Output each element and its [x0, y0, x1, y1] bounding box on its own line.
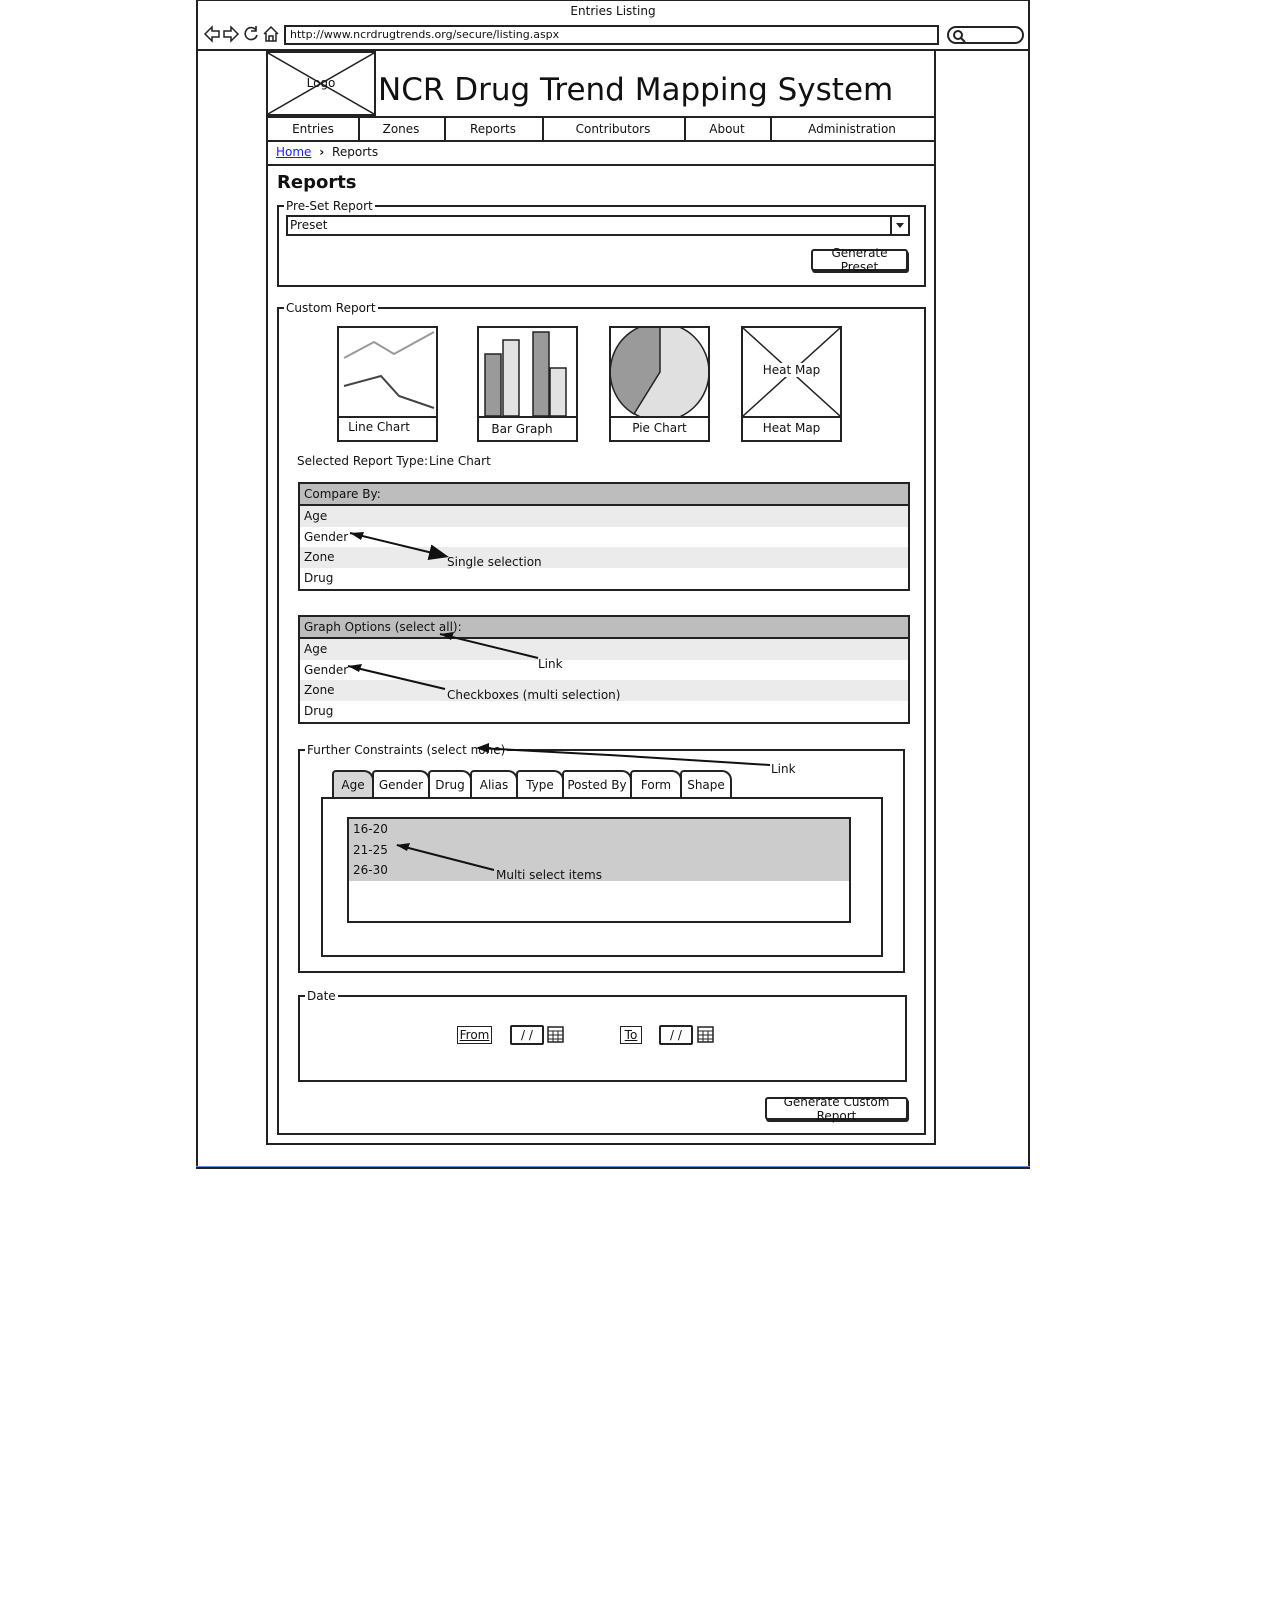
tab-shape[interactable]: Shape	[680, 770, 732, 800]
site-title: NCR Drug Trend Mapping System	[378, 72, 894, 108]
tab-drug[interactable]: Drug	[428, 770, 472, 800]
preset-legend: Pre-Set Report	[284, 198, 375, 214]
compare-by-item-drug[interactable]: Drug	[300, 568, 908, 589]
window-bottom-edge	[196, 1166, 1030, 1167]
tab-age[interactable]: Age	[332, 770, 374, 800]
compare-by-list: Compare By: Age Gender Zone Drug	[298, 482, 910, 591]
selected-type-label: Selected Report Type:	[297, 454, 429, 468]
chart-type-heatmap[interactable]: Heat Map Heat Map	[741, 326, 842, 442]
preset-select-value: Preset	[290, 218, 328, 232]
address-bar[interactable]: http://www.ncrdrugtrends.org/secure/list…	[284, 25, 939, 45]
refresh-icon[interactable]	[242, 25, 260, 43]
annotation-select-all-link: Link	[538, 657, 563, 671]
compare-by-item-age[interactable]: Age	[300, 506, 908, 527]
graph-option-gender[interactable]: Gender	[300, 660, 908, 681]
logo-label: Logo	[306, 76, 336, 90]
graph-options-header[interactable]: Graph Options (select all):	[300, 617, 908, 639]
chart-type-heatmap-label: Heat Map	[762, 421, 821, 435]
line-chart-icon	[343, 331, 435, 409]
dropdown-arrow-icon	[890, 217, 908, 234]
constraints-tab-panel: 16-20 21-25 26-30	[321, 797, 883, 957]
breadcrumb: Home › Reports	[276, 144, 378, 164]
main-nav: Entries Zones Reports Contributors About…	[266, 116, 936, 142]
annotation-single-selection: Single selection	[447, 555, 542, 569]
annotation-checkboxes: Checkboxes (multi selection)	[447, 688, 621, 702]
chart-type-bar[interactable]: Bar Graph	[477, 326, 578, 442]
constraints-tabs: Age Gender Drug Alias Type Posted By For…	[330, 770, 740, 800]
date-group: Date	[298, 988, 907, 1082]
heat-map-placeholder-text: Heat Map	[762, 363, 821, 377]
bar-graph-icon	[484, 331, 567, 416]
breadcrumb-divider	[268, 164, 934, 166]
selected-type-value: Line Chart	[429, 454, 491, 468]
window-title: Entries Listing	[570, 4, 656, 18]
tab-form[interactable]: Form	[630, 770, 682, 800]
chart-type-bar-label: Bar Graph	[491, 422, 553, 436]
compare-by-header: Compare By:	[300, 484, 908, 506]
page-title: Reports	[277, 172, 357, 193]
back-icon[interactable]	[203, 25, 221, 43]
generate-custom-report-button[interactable]: Generate Custom Report	[765, 1095, 908, 1123]
date-to-label: To	[620, 1026, 642, 1044]
chart-type-line[interactable]: Line Chart	[337, 326, 438, 442]
tab-posted-by[interactable]: Posted By	[562, 770, 632, 800]
annotation-select-none-link: Link	[771, 762, 796, 776]
browser-search-field[interactable]	[947, 26, 1024, 44]
nav-item-reports[interactable]: Reports	[444, 118, 544, 140]
tab-alias[interactable]: Alias	[470, 770, 518, 800]
annotation-multi-select: Multi select items	[496, 868, 602, 882]
chart-type-pie[interactable]: Pie Chart	[609, 326, 710, 442]
chevron-right-icon: ›	[319, 145, 325, 159]
nav-item-about[interactable]: About	[684, 118, 772, 140]
forward-icon[interactable]	[222, 25, 240, 43]
url-text: http://www.ncrdrugtrends.org/secure/list…	[290, 28, 560, 41]
chart-type-line-label: Line Chart	[348, 420, 410, 434]
compare-by-item-zone[interactable]: Zone	[300, 547, 908, 568]
constraint-item-21-25[interactable]: 21-25	[349, 840, 849, 861]
date-to-input[interactable]: / /	[659, 1025, 693, 1045]
breadcrumb-home-link[interactable]: Home	[276, 145, 311, 159]
constraint-item-16-20[interactable]: 16-20	[349, 819, 849, 840]
logo-placeholder: Logo	[266, 51, 376, 116]
home-icon[interactable]	[262, 25, 280, 43]
nav-item-contributors[interactable]: Contributors	[542, 118, 686, 140]
graph-option-drug[interactable]: Drug	[300, 701, 908, 722]
graph-option-age[interactable]: Age	[300, 639, 908, 660]
calendar-icon[interactable]	[697, 1026, 715, 1044]
search-icon	[953, 30, 966, 43]
compare-by-item-gender[interactable]: Gender	[300, 527, 908, 548]
date-from-input[interactable]: / /	[510, 1025, 544, 1045]
graph-options-list: Graph Options (select all): Age Gender Z…	[298, 615, 910, 724]
custom-legend: Custom Report	[284, 300, 378, 316]
date-from-label: From	[457, 1026, 492, 1044]
constraints-legend[interactable]: Further Constraints (select none)	[305, 742, 508, 758]
tab-gender[interactable]: Gender	[372, 770, 430, 800]
preset-select[interactable]: Preset	[286, 215, 910, 236]
generate-preset-button[interactable]: Generate Preset	[811, 246, 908, 274]
tab-type[interactable]: Type	[516, 770, 564, 800]
chart-type-pie-label: Pie Chart	[632, 421, 687, 435]
nav-item-entries[interactable]: Entries	[268, 118, 360, 140]
breadcrumb-current: Reports	[332, 145, 379, 159]
nav-item-zones[interactable]: Zones	[358, 118, 446, 140]
date-legend: Date	[305, 988, 338, 1004]
nav-item-administration[interactable]: Administration	[770, 118, 934, 140]
pie-chart-icon	[611, 328, 708, 416]
calendar-icon[interactable]	[547, 1026, 565, 1044]
